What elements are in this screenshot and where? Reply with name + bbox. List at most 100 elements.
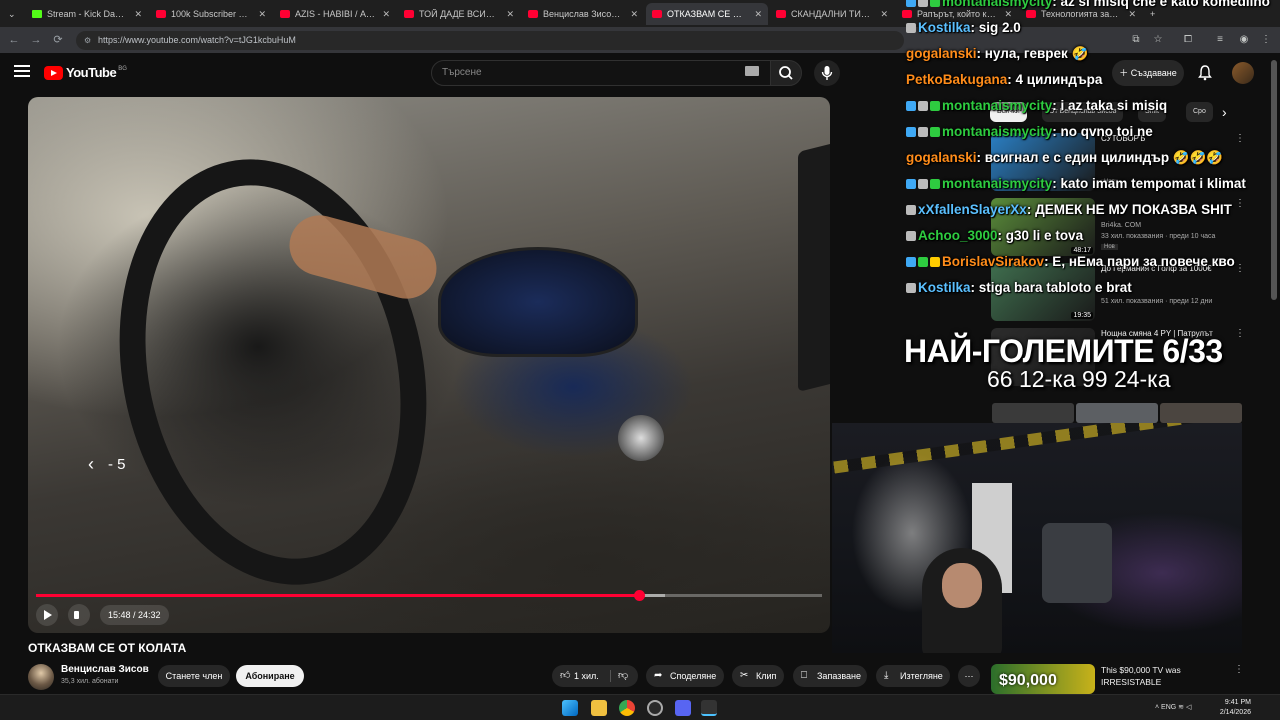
play-button[interactable] [36,604,58,626]
taskbar-clock[interactable]: 9:41 PM 2/14/2026 [1213,698,1251,718]
file-explorer-icon[interactable] [591,700,607,716]
youtube-icon [156,10,166,18]
thumbs-down-icon[interactable]: 👎︎ [618,665,628,687]
chat-text: : ДЕМЕК НЕ МУ ПОКАЗВА SHIT [1026,202,1232,217]
chat-message: xXfallenSlayerXx: ДЕМЕК НЕ МУ ПОКАЗВА SH… [906,202,1232,217]
save-button[interactable]: ⎕ Запазване [793,665,867,687]
wifi-icon: ≋ [1178,704,1185,711]
tab-search-button[interactable]: ⌄ [2,3,24,25]
mini-thumbnail[interactable] [1076,403,1158,423]
back-button[interactable]: ← [6,32,22,48]
stream-chat-overlay: montanaismycity : az si misiq che e kato … [900,0,1280,300]
chat-text: : g30 li e tova [997,228,1084,243]
chat-badge-icon [930,127,940,137]
kebab-menu-icon[interactable]: ⋮ [1234,664,1244,675]
browser-tab[interactable]: ОТКАЗВАМ СЕ ОТ КОЛА ✕ [646,3,768,25]
chat-username: Kostilka [918,20,971,35]
tab-title: AZIS - HABIBI / АЗИС - [295,9,376,19]
close-tab-icon[interactable]: ✕ [382,9,390,20]
hamburger-menu-icon[interactable] [14,65,30,79]
youtube-icon [528,10,538,18]
voice-search-button[interactable] [814,60,840,86]
chrome-icon[interactable] [619,700,635,716]
browser-tab[interactable]: Stream - Kick Dashboard ✕ [26,3,148,25]
subscribe-button[interactable]: Абониране [236,665,304,687]
url-input[interactable]: ⚙ https://www.youtube.com/watch?v=tJG1kcb… [76,31,904,50]
chat-badge-icon [906,127,916,137]
stream-overlay-title: НАЙ-ГОЛЕМИТЕ 6/33 [904,333,1223,369]
search-input[interactable]: Търсене [431,60,771,86]
obs-icon[interactable] [647,700,663,716]
close-tab-icon[interactable]: ✕ [506,9,514,20]
chat-badge-icon [906,283,916,293]
tab-title: 100k Subscriber Special [171,9,252,19]
close-tab-icon[interactable]: ✕ [258,9,266,20]
reload-button[interactable]: ⟳ [50,32,66,48]
kebab-menu-icon[interactable]: ⋮ [1235,328,1245,339]
progress-scrubber-handle[interactable] [634,590,646,601]
start-icon[interactable] [562,700,578,716]
hazard-stripes-graphic [833,423,1241,474]
mini-thumbnail[interactable] [1160,403,1242,423]
close-tab-icon[interactable]: ✕ [134,9,142,20]
steering-wheel-graphic [81,130,465,614]
youtube-icon [652,10,662,18]
mini-thumbnail[interactable] [992,403,1074,423]
close-tab-icon[interactable]: ✕ [754,9,762,20]
chat-username: montanaismycity [942,176,1053,191]
youtube-logo[interactable]: YouTube BG [44,65,127,80]
chat-message: montanaismycity: no qvno toi ne [906,124,1153,139]
download-label: Изтегляне [900,671,943,681]
youtube-icon [776,10,786,18]
recommendation-thumbnail[interactable]: $90,000 [991,664,1095,694]
youtube-icon [280,10,290,18]
channel-avatar[interactable] [28,664,54,690]
clip-button[interactable]: ✂ Клип [732,665,784,687]
chat-badge-icon [906,0,916,7]
keyboard-icon[interactable] [745,66,759,76]
chat-badge-icon [918,0,928,7]
chat-username: PetkoBakugana [906,72,1008,87]
more-horizontal-icon: ⋯ [964,671,974,681]
forward-button[interactable]: → [28,32,44,48]
browser-tab[interactable]: СКАНДАЛНИ ТИНДЪР ✕ [770,3,894,25]
progress-bar[interactable] [36,590,822,601]
terminal-icon[interactable] [701,700,717,716]
browser-tab[interactable]: ТОЙ ДАДЕ ВСИЧКИТЕ ✕ [398,3,520,25]
scissors-icon: ✂ [740,670,749,681]
chat-badge-icon [918,101,928,111]
like-button[interactable]: 👍︎ 1 хил. 👎︎ [552,665,638,687]
more-actions-button[interactable]: ⋯ [958,665,980,687]
clock-time: 9:41 PM [1224,699,1251,706]
tab-title: Stream - Kick Dashboard [47,9,128,19]
chat-badge-icon [906,179,916,189]
download-button[interactable]: ⤓ Изтегляне [876,665,950,687]
close-tab-icon[interactable]: ✕ [630,9,638,20]
reload-icon: ⟳ [53,34,63,46]
chat-text: : нула, геврек 🤣 [976,46,1089,61]
browser-tab[interactable]: 100k Subscriber Special ✕ [150,3,272,25]
join-button[interactable]: Станете член [158,665,230,687]
volume-button[interactable] [68,604,90,626]
browser-tab[interactable]: AZIS - HABIBI / АЗИС - ✕ [274,3,396,25]
thumbs-up-icon: 👍︎ [560,670,571,681]
channel-name[interactable]: Венцислав Зисов [61,664,149,675]
chat-badge-icon [930,257,940,267]
video-duration: 19:35 [1071,312,1093,319]
browser-tab[interactable]: Венцислав Зисов - You ✕ [522,3,644,25]
chat-username: BorislavSirakov [942,254,1045,269]
share-button[interactable]: ➦ Споделяне [646,665,724,687]
system-tray[interactable]: ˄ ENG ≋ ◁ [1155,703,1191,711]
chat-username: montanaismycity [942,98,1053,113]
discord-icon[interactable] [675,700,691,716]
recommendation-title[interactable]: This $90,000 TV was IRRESISTABLE [1101,664,1241,688]
chat-message: montanaismycity: kato imam tempomat i kl… [906,176,1246,191]
close-tab-icon[interactable]: ✕ [880,9,888,20]
video-player[interactable]: ‹ - 5 15:48 / 24:32 [28,97,830,633]
chat-username: Kostilka [918,280,971,295]
search-button[interactable] [770,60,802,86]
chat-message: Achoo_3000: g30 li e tova [906,228,1083,243]
chat-text: : az si misiq che e kato komedilno [1052,0,1270,9]
chat-text: : Е, нЕма пари за повече кво [1044,254,1235,269]
chat-badge-icon [906,23,916,33]
